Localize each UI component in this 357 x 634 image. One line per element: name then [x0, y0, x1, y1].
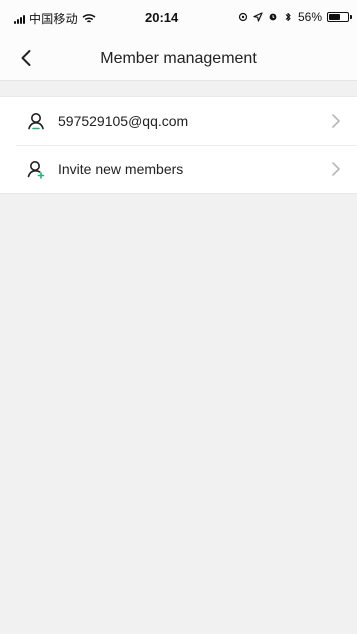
invite-members-label: Invite new members	[58, 161, 184, 177]
chevron-left-icon	[21, 50, 31, 66]
carrier-name: 中国移动	[29, 12, 78, 26]
status-time: 20:14	[145, 10, 179, 25]
back-button[interactable]	[14, 46, 38, 70]
member-list: 597529105@qq.com Invite new members	[0, 96, 357, 194]
user-icon	[24, 109, 48, 133]
battery-percentage: 56%	[297, 10, 322, 24]
member-email: 597529105@qq.com	[58, 113, 189, 129]
member-item[interactable]: 597529105@qq.com	[0, 97, 357, 145]
chevron-right-icon	[329, 160, 343, 178]
page-title: Member management	[100, 50, 257, 67]
chevron-right-icon	[329, 112, 343, 130]
status-bar: 中国移动 20:14 56%	[0, 0, 357, 36]
wifi-icon	[82, 13, 96, 24]
invite-members-item[interactable]: Invite new members	[0, 145, 357, 193]
battery-fill	[329, 14, 341, 20]
alarm-icon	[268, 12, 278, 22]
battery-icon	[327, 12, 352, 22]
location-icon	[253, 12, 263, 22]
status-right: 56%	[238, 10, 352, 24]
status-left: 中国移动	[14, 10, 96, 27]
navigation-bar: Member management	[0, 36, 357, 81]
signal-icon	[14, 14, 25, 24]
screen: 中国移动 20:14 56% Member management 5975291…	[0, 0, 357, 634]
lock-rotation-icon	[238, 12, 248, 22]
bluetooth-icon	[283, 12, 293, 22]
user-add-icon	[24, 157, 48, 181]
